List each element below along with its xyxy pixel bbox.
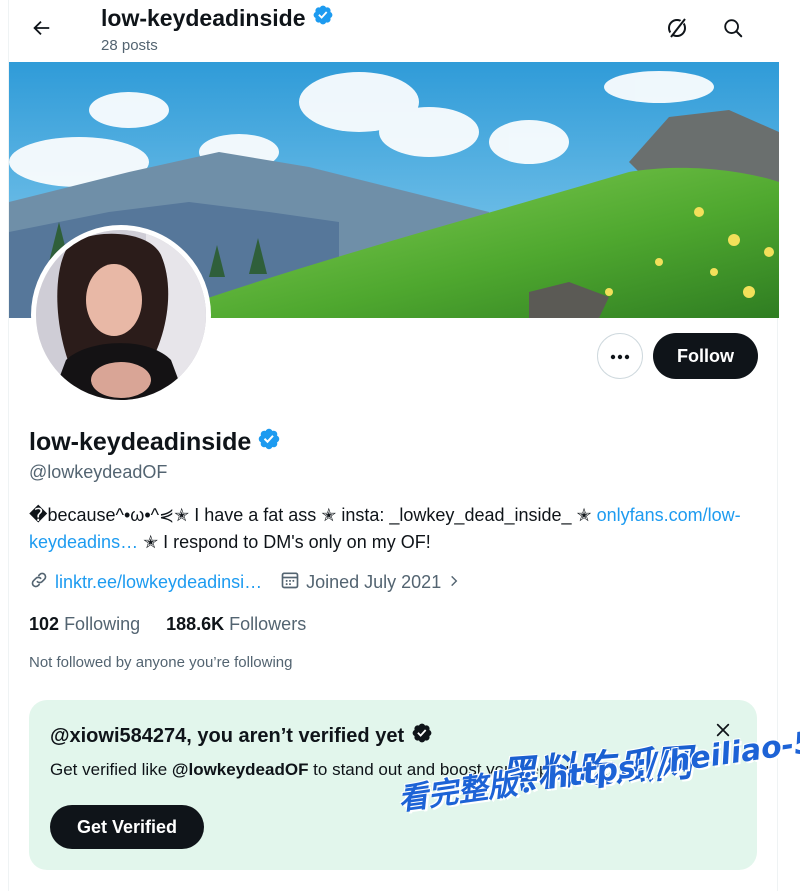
profile-display-name: low-keydeadinside	[29, 427, 281, 458]
link-icon	[29, 570, 49, 595]
follow-button[interactable]: Follow	[653, 333, 758, 379]
follow-counts: 102 Following 188.6K Followers	[29, 614, 306, 635]
followers-link[interactable]: 188.6K Followers	[166, 614, 306, 635]
following-link[interactable]: 102 Following	[29, 614, 140, 635]
avatar-image	[36, 230, 206, 400]
more-options-button[interactable]	[597, 333, 643, 379]
search-button[interactable]	[715, 12, 751, 48]
grok-icon	[665, 16, 689, 45]
joined-date: Joined July 2021	[306, 571, 442, 592]
arrow-left-icon	[30, 17, 52, 44]
verify-card-title: @xiowi584274, you aren’t verified yet	[50, 722, 433, 750]
verified-badge-icon	[312, 4, 334, 32]
more-dots-icon	[610, 347, 630, 365]
calendar-icon	[280, 570, 300, 595]
back-button[interactable]	[23, 12, 59, 48]
grok-button[interactable]	[659, 12, 695, 48]
header-display-name: low-keydeadinside	[101, 4, 334, 32]
profile-handle: @lowkeydeadOF	[29, 462, 168, 482]
not-followed-notice: Not followed by anyone you’re following	[29, 654, 293, 671]
top-bar: low-keydeadinside 28 posts	[9, 0, 779, 62]
profile-avatar[interactable]	[31, 225, 211, 405]
website-item: linktr.ee/lowkeydeadinsi…	[29, 570, 262, 595]
joined-item[interactable]: Joined July 2021	[280, 570, 461, 595]
verified-badge-icon	[411, 722, 433, 750]
chevron-right-icon	[447, 572, 461, 593]
posts-count: 28 posts	[101, 37, 158, 54]
get-verified-button[interactable]: Get Verified	[50, 805, 204, 849]
profile-meta: linktr.ee/lowkeydeadinsi… Joined July 20…	[29, 569, 479, 595]
website-link[interactable]: linktr.ee/lowkeydeadinsi…	[55, 572, 262, 593]
verified-badge-icon[interactable]	[257, 427, 281, 458]
profile-bio: �because^•ω•^⋞✭ I have a fat ass ✭ insta…	[29, 505, 741, 552]
search-icon	[722, 17, 744, 44]
